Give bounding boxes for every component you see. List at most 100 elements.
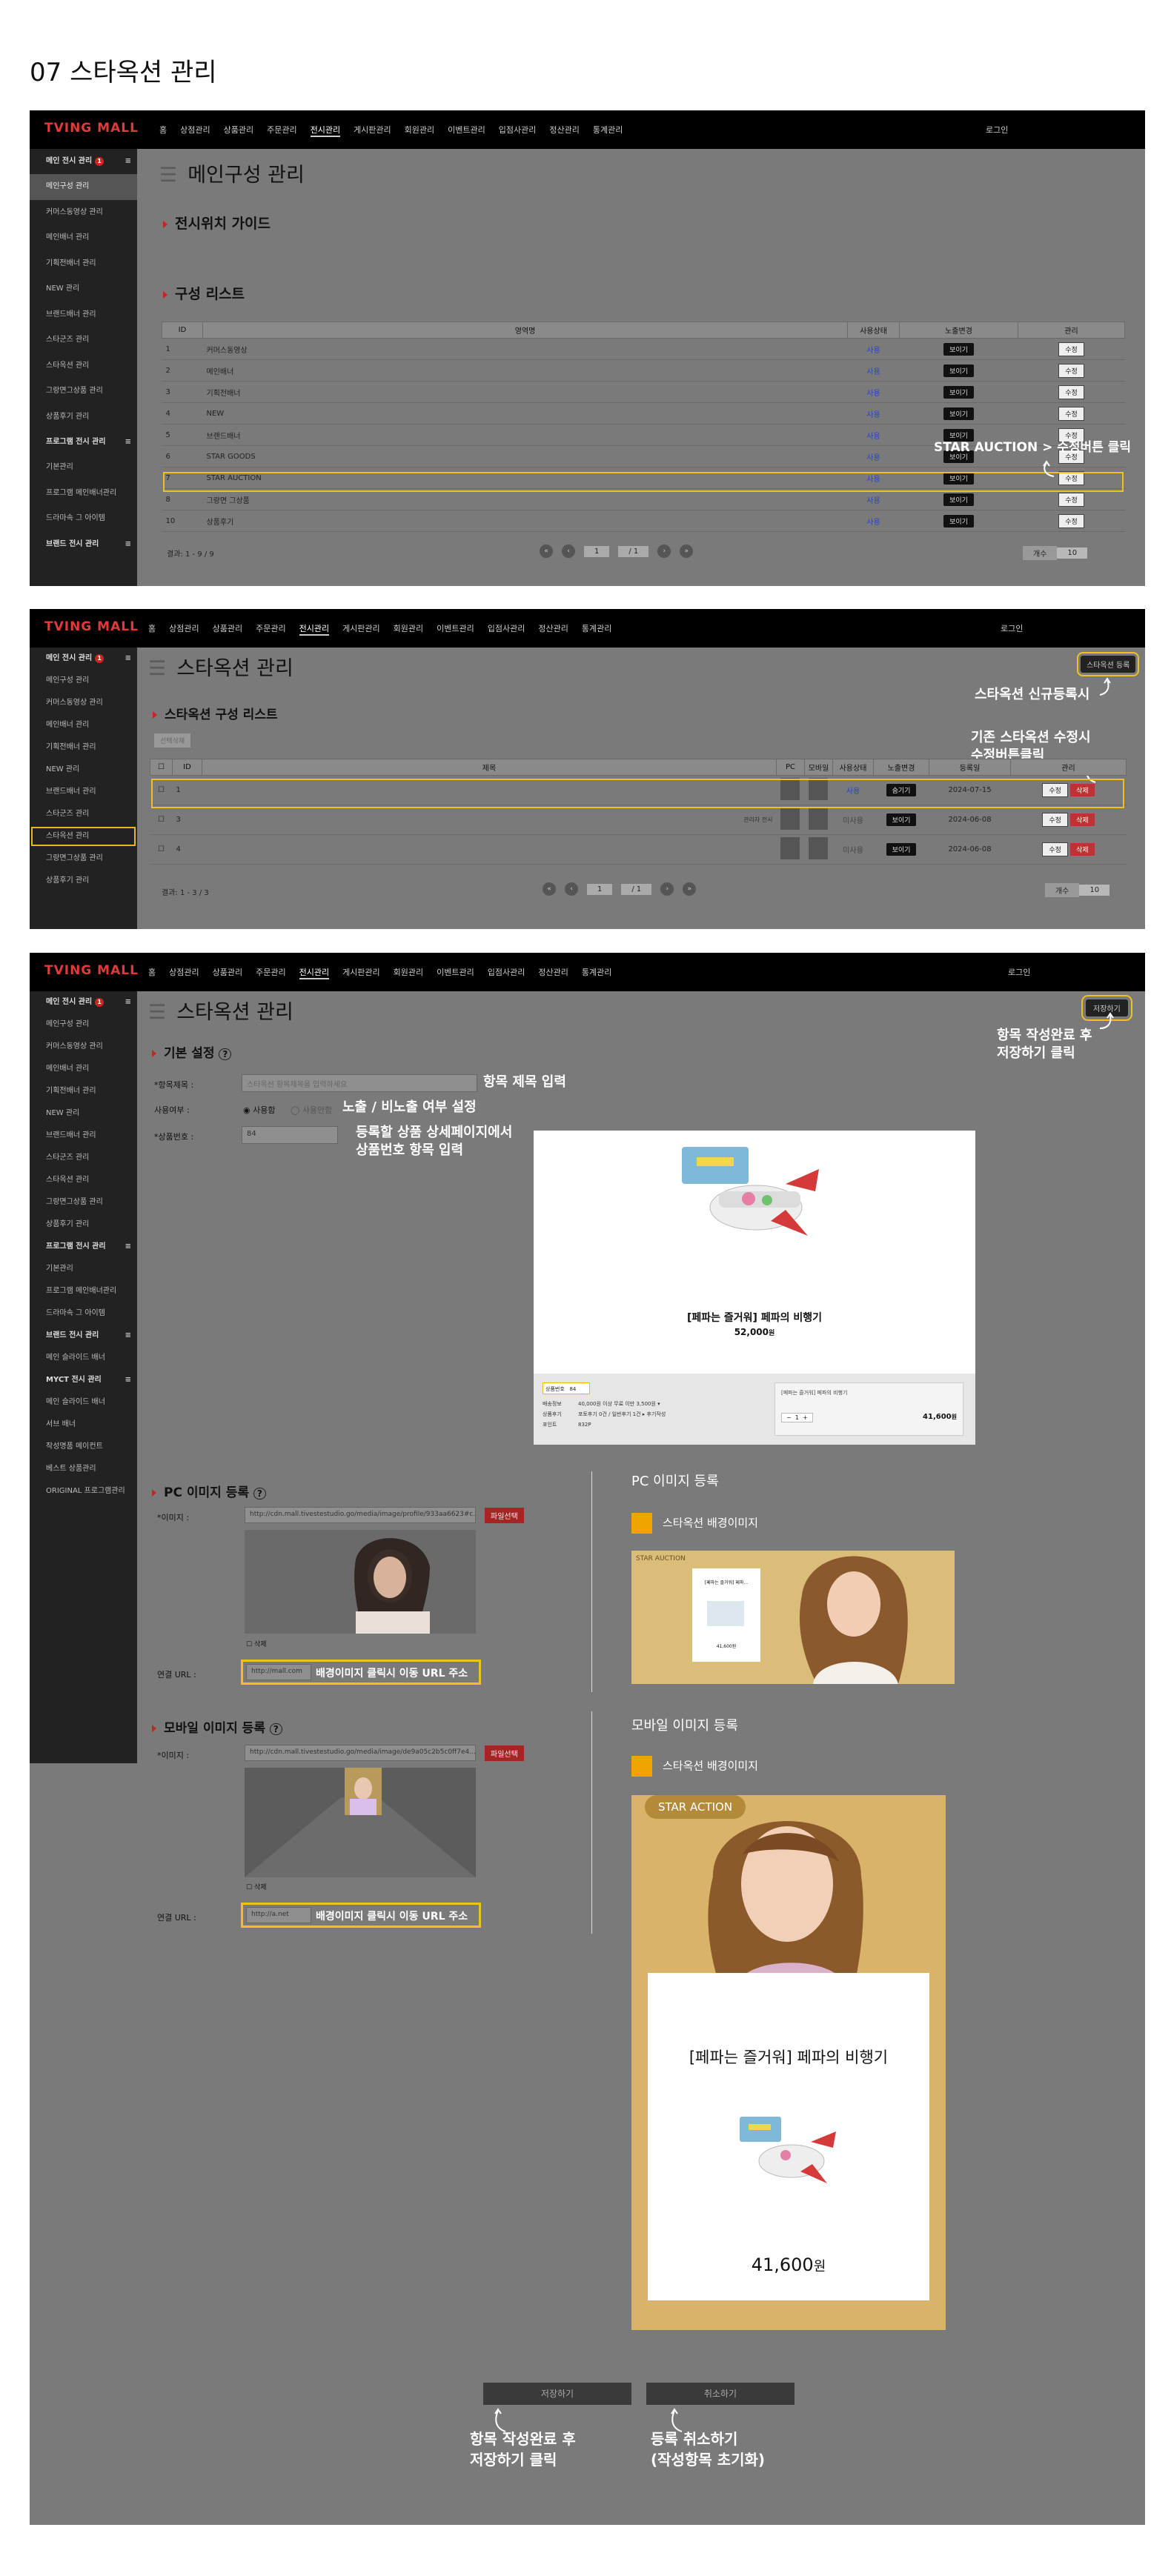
mobile-preview-banner[interactable]: STAR ACTION [페파는 즐거워] 페파의 비행기 41,600원 <box>631 1795 946 2330</box>
cell-use[interactable]: 사용 <box>847 445 900 467</box>
cancel-button[interactable]: 취소하기 <box>646 2383 795 2405</box>
sidebar-item[interactable]: NEW 관리 <box>30 759 137 781</box>
nav-item-2[interactable]: 상품관리 <box>213 966 242 979</box>
sidebar-item[interactable]: NEW 관리 <box>30 276 137 302</box>
sidebar-item[interactable]: 상품후기 관리 <box>30 405 137 430</box>
sidebar-item[interactable]: 프로그램 메인배너관리 <box>30 481 137 507</box>
col-use[interactable]: 사용상태 <box>847 322 900 339</box>
nav-item-1[interactable]: 상점관리 <box>180 124 210 137</box>
sidebar-item[interactable]: 커머스동영상 관리 <box>30 692 137 714</box>
brand-logo[interactable]: TVING MALL <box>44 121 139 136</box>
register-star-auction-button[interactable]: 스타옥션 등록 <box>1076 652 1140 676</box>
nav-item-2[interactable]: 상품관리 <box>224 124 253 137</box>
sidebar-item[interactable]: 그랑면그상품 관리 <box>30 379 137 405</box>
cell-use[interactable]: 미사용 <box>832 805 874 835</box>
use-on-radio[interactable]: ◉ 사용함 <box>243 1104 275 1116</box>
sidebar-item[interactable]: 기본관리 <box>30 1258 137 1280</box>
sidebar-item[interactable]: 커머스동영상 관리 <box>30 1036 137 1058</box>
nav-item-5[interactable]: 게시판관리 <box>342 966 380 979</box>
nav-item-8[interactable]: 입점사관리 <box>488 622 525 636</box>
sidebar-item[interactable]: 커머스동영상 관리 <box>30 200 137 226</box>
sidebar-item[interactable]: 스타군즈 관리 <box>30 1147 137 1169</box>
last-page-icon[interactable]: » <box>683 882 697 896</box>
sidebar-item[interactable]: 작성명품 메이컨트 <box>30 1436 137 1458</box>
save-button[interactable]: 저장하기 <box>483 2383 631 2405</box>
delete-button[interactable]: 삭제 <box>1070 813 1095 826</box>
nav-item-1[interactable]: 상점관리 <box>169 966 199 979</box>
sidebar-item[interactable]: 베스트 상품관리 <box>30 1458 137 1480</box>
show-toggle-button[interactable]: 보이기 <box>886 843 917 856</box>
cell-use[interactable]: 사용 <box>847 424 900 446</box>
nav-item-10[interactable]: 통계관리 <box>593 124 623 137</box>
nav-item-9[interactable]: 정산관리 <box>538 966 568 979</box>
sidebar-item[interactable]: 브랜드배너 관리 <box>30 1125 137 1147</box>
nav-item-5[interactable]: 게시판관리 <box>354 124 391 137</box>
pc-preview-banner[interactable]: STAR AUCTION [페파는 즐거워] 페파... 41,600원 <box>631 1551 955 1684</box>
sidebar-item[interactable]: 기획전배너 관리 <box>30 736 137 759</box>
cell-use[interactable]: 미사용 <box>832 834 874 865</box>
edit-button[interactable]: 수정 <box>1058 406 1084 421</box>
use-off-radio[interactable]: ◯ 사용안함 <box>291 1104 332 1116</box>
mobile-file-select-button[interactable]: 파일선택 <box>485 1745 524 1761</box>
col-id[interactable]: ID <box>172 759 202 776</box>
per-page-select[interactable]: 10 <box>1057 548 1088 559</box>
guide-toggle[interactable]: 전시위치 가이드 <box>163 213 271 233</box>
cell-use[interactable]: 사용 <box>847 510 900 532</box>
sidebar-section-brand[interactable]: 브랜드 전시 관리 ≡ <box>30 1325 137 1347</box>
pc-delete-checkbox[interactable]: ☐ 삭제 <box>246 1639 267 1648</box>
page-input[interactable]: 1 <box>587 883 613 895</box>
nav-item-4[interactable]: 전시관리 <box>299 622 330 636</box>
nav-item-0[interactable]: 홈 <box>159 124 167 137</box>
sidebar-item[interactable]: 메인배너 관리 <box>30 714 137 736</box>
nav-item-8[interactable]: 입점사관리 <box>488 966 525 979</box>
edit-button[interactable]: 수정 <box>1058 385 1084 399</box>
nav-item-4[interactable]: 전시관리 <box>299 966 330 979</box>
title-input[interactable]: 스타옥션 항목제목을 입력하세요 <box>242 1074 477 1092</box>
sidebar-item[interactable]: 메인 슬라이드 배너 <box>30 1391 137 1414</box>
nav-item-6[interactable]: 회원관리 <box>405 124 434 137</box>
cell-use[interactable]: 사용 <box>847 402 900 425</box>
nav-item-9[interactable]: 정산관리 <box>549 124 579 137</box>
sidebar-item[interactable]: NEW 관리 <box>30 1102 137 1125</box>
per-page-select[interactable]: 10 <box>1079 885 1110 896</box>
pc-url-input[interactable]: http://mall.com <box>246 1664 311 1680</box>
show-toggle-button[interactable]: 보이기 <box>943 364 974 377</box>
nav-item-7[interactable]: 이벤트관리 <box>437 622 474 636</box>
sidebar-item[interactable]: 브랜드배너 관리 <box>30 781 137 803</box>
last-page-icon[interactable]: » <box>680 545 694 558</box>
mobile-image-input[interactable]: http://cdn.mall.tivestestudio.go/media/i… <box>245 1745 476 1761</box>
sidebar-item[interactable]: 메인구성 관리 <box>30 670 137 692</box>
prev-page-icon[interactable]: ‹ <box>562 545 575 558</box>
sidebar-item[interactable]: 서브 배너 <box>30 1414 137 1436</box>
sidebar-section-program[interactable]: 프로그램 전시 관리 ≡ <box>30 430 137 455</box>
sidebar-item[interactable]: 기획전배너 관리 <box>30 251 137 277</box>
login-link[interactable]: 로그인 <box>1008 966 1030 978</box>
sidebar-item[interactable]: 브랜드배너 관리 <box>30 302 137 328</box>
show-toggle-button[interactable]: 보이기 <box>943 407 974 420</box>
page-input[interactable]: 1 <box>584 545 610 557</box>
col-name[interactable]: 영역명 <box>202 322 848 339</box>
sidebar-section-main[interactable]: 메인 전시 관리 1 ≡ <box>30 991 137 1014</box>
next-page-icon[interactable]: › <box>660 882 674 896</box>
nav-item-10[interactable]: 통계관리 <box>582 966 611 979</box>
col-id[interactable]: ID <box>162 322 203 339</box>
quantity-stepper[interactable]: − 1 + <box>781 1413 813 1422</box>
col-checkbox[interactable]: ☐ <box>150 759 173 776</box>
sidebar-item[interactable]: 메인구성 관리 <box>30 174 137 200</box>
mobile-url-input[interactable]: http://a.net <box>246 1907 311 1923</box>
edit-button[interactable]: 수정 <box>1042 842 1068 856</box>
show-toggle-button[interactable]: 보이기 <box>886 813 917 826</box>
sidebar-item[interactable]: 상품후기 관리 <box>30 1214 137 1236</box>
nav-item-7[interactable]: 이벤트관리 <box>448 124 485 137</box>
pc-file-select-button[interactable]: 파일선택 <box>485 1508 524 1523</box>
hamburger-icon[interactable]: ☰ <box>148 1001 166 1024</box>
nav-item-2[interactable]: 상품관리 <box>213 622 242 636</box>
mobile-delete-checkbox[interactable]: ☐ 삭제 <box>246 1882 267 1891</box>
nav-item-8[interactable]: 입점사관리 <box>499 124 537 137</box>
sidebar-item[interactable]: 메인배너 관리 <box>30 1058 137 1080</box>
pc-image-input[interactable]: http://cdn.mall.tivestestudio.go/media/i… <box>245 1507 476 1523</box>
cell-use[interactable]: 사용 <box>847 338 900 360</box>
nav-item-9[interactable]: 정산관리 <box>538 622 568 636</box>
nav-item-0[interactable]: 홈 <box>148 622 156 636</box>
next-page-icon[interactable]: › <box>657 545 671 558</box>
